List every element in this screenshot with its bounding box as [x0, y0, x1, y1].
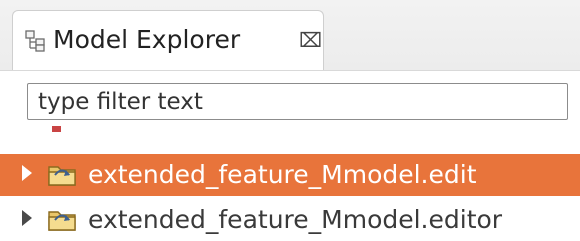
tree-item-editor-project[interactable]: extended_feature_Mmodel.editor — [0, 199, 580, 241]
expand-arrow-icon[interactable] — [22, 165, 32, 181]
model-explorer-icon — [23, 28, 49, 54]
tree-item-edit-project[interactable]: extended_feature_Mmodel.edit — [0, 154, 580, 196]
filter-field[interactable] — [27, 83, 568, 120]
project-folder-icon — [46, 206, 80, 234]
tree-item-label: extended_feature_Mmodel.editor — [88, 205, 503, 234]
view-title: Model Explorer — [53, 25, 241, 54]
close-icon[interactable]: ⌧ — [299, 26, 322, 54]
model-file-icon — [52, 126, 61, 132]
model-explorer-view: Model Explorer ⌧ extended_feature_Mmodel… — [0, 0, 580, 241]
tree-item-label: extended_feature_Mmodel.edit — [88, 160, 477, 189]
project-folder-icon — [46, 161, 80, 189]
view-tab-bar: Model Explorer ⌧ — [0, 0, 580, 71]
tab-model-explorer[interactable]: Model Explorer ⌧ — [12, 10, 324, 70]
clipped-tree-row — [0, 124, 580, 134]
filter-input[interactable] — [28, 84, 567, 119]
expand-arrow-icon[interactable] — [22, 210, 32, 226]
